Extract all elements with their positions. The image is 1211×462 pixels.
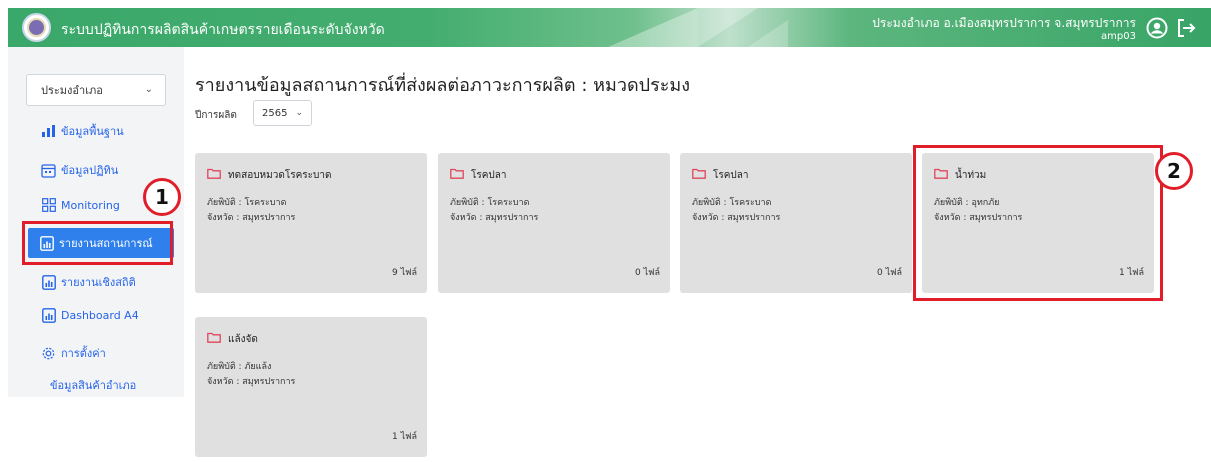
report-card[interactable]: แล้งจัด ภัยพิบัติ : ภัยแล้ง จังหวัด : สม… bbox=[195, 317, 427, 457]
bar-chart-icon bbox=[40, 123, 57, 140]
sidebar-item-label: รายงานเชิงสถิติ bbox=[61, 276, 136, 289]
report-icon bbox=[40, 307, 57, 324]
chevron-down-icon: ⌄ bbox=[144, 84, 153, 95]
card-name: โรคปลา bbox=[471, 170, 507, 181]
grid-icon bbox=[40, 197, 57, 214]
card-file-count: 1 ไฟล์ bbox=[391, 432, 417, 442]
sidebar-item-label: ข้อมูลปฏิทิน bbox=[61, 164, 119, 177]
gear-icon bbox=[40, 345, 57, 362]
card-name: ทดสอบหมวดโรคระบาด bbox=[228, 170, 332, 181]
folder-icon bbox=[692, 168, 706, 179]
card-province: จังหวัด : สมุทรปราการ bbox=[692, 213, 781, 223]
sidebar-item-basic-data[interactable]: ข้อมูลพื้นฐาน bbox=[20, 116, 180, 146]
card-hazard: ภัยพิบัติ : โรคระบาด bbox=[692, 198, 772, 208]
card-province: จังหวัด : สมุทรปราการ bbox=[450, 213, 539, 223]
card-file-count: 9 ไฟล์ bbox=[391, 268, 417, 278]
account-icon[interactable] bbox=[1146, 17, 1168, 39]
card-hazard: ภัยพิบัติ : โรคระบาด bbox=[207, 198, 287, 208]
card-hazard: ภัยพิบัติ : ภัยแล้ง bbox=[207, 362, 272, 372]
year-label: ปีการผลิต bbox=[195, 110, 237, 121]
annotation-highlight-card bbox=[913, 145, 1163, 301]
app-logo bbox=[22, 13, 51, 42]
annotation-badge: 2 bbox=[1155, 152, 1193, 190]
user-info: ประมงอำเภอ อ.เมืองสมุทรปราการ จ.สมุทรปรา… bbox=[872, 16, 1136, 30]
sidebar-item-district-products[interactable]: ข้อมูลสินค้าอำเภอ bbox=[50, 370, 180, 400]
card-province: จังหวัด : สมุทรปราการ bbox=[207, 213, 296, 223]
card-hazard: ภัยพิบัติ : โรคระบาด bbox=[450, 198, 530, 208]
sidebar-item-settings[interactable]: การตั้งค่า bbox=[20, 338, 180, 368]
annotation-badge: 1 bbox=[143, 178, 181, 216]
folder-icon bbox=[207, 332, 221, 343]
sidebar-item-label: ข้อมูลพื้นฐาน bbox=[61, 125, 124, 138]
year-select[interactable]: 2565 ⌄ bbox=[253, 100, 312, 126]
page-title: รายงานข้อมูลสถานการณ์ที่ส่งผลต่อภาวะการผ… bbox=[195, 75, 691, 96]
card-file-count: 0 ไฟล์ bbox=[876, 268, 902, 278]
logout-icon[interactable] bbox=[1175, 17, 1197, 39]
report-card[interactable]: โรคปลา ภัยพิบัติ : โรคระบาด จังหวัด : สม… bbox=[680, 153, 912, 293]
year-select-value: 2565 bbox=[262, 107, 288, 119]
card-file-count: 0 ไฟล์ bbox=[634, 268, 660, 278]
sidebar-item-label: ข้อมูลสินค้าอำเภอ bbox=[50, 379, 137, 392]
folder-icon bbox=[207, 168, 221, 179]
report-card[interactable]: โรคปลา ภัยพิบัติ : โรคระบาด จังหวัด : สม… bbox=[438, 153, 670, 293]
sidebar-item-label: Monitoring bbox=[61, 198, 120, 212]
role-select-value: ประมงอำเภอ bbox=[41, 84, 103, 97]
role-select[interactable]: ประมงอำเภอ ⌄ bbox=[26, 74, 166, 106]
chevron-down-icon: ⌄ bbox=[295, 108, 303, 118]
card-province: จังหวัด : สมุทรปราการ bbox=[207, 377, 296, 387]
annotation-highlight-sidebar bbox=[22, 221, 173, 265]
sidebar-item-statistics-report[interactable]: รายงานเชิงสถิติ bbox=[20, 267, 180, 297]
sidebar-item-label: การตั้งค่า bbox=[61, 347, 106, 360]
user-code: amp03 bbox=[1101, 31, 1136, 42]
app-header: ระบบปฏิทินการผลิตสินค้าเกษตรรายเดือนระดั… bbox=[8, 8, 1211, 47]
app-title: ระบบปฏิทินการผลิตสินค้าเกษตรรายเดือนระดั… bbox=[61, 22, 385, 38]
sidebar-item-dashboard-a4[interactable]: Dashboard A4 bbox=[20, 300, 180, 330]
card-name: แล้งจัด bbox=[228, 334, 258, 345]
card-name: โรคปลา bbox=[713, 170, 749, 181]
calendar-icon bbox=[40, 162, 57, 179]
report-card[interactable]: ทดสอบหมวดโรคระบาด ภัยพิบัติ : โรคระบาด จ… bbox=[195, 153, 427, 293]
sidebar-item-label: Dashboard A4 bbox=[61, 308, 139, 322]
report-icon bbox=[40, 274, 57, 291]
folder-icon bbox=[450, 168, 464, 179]
